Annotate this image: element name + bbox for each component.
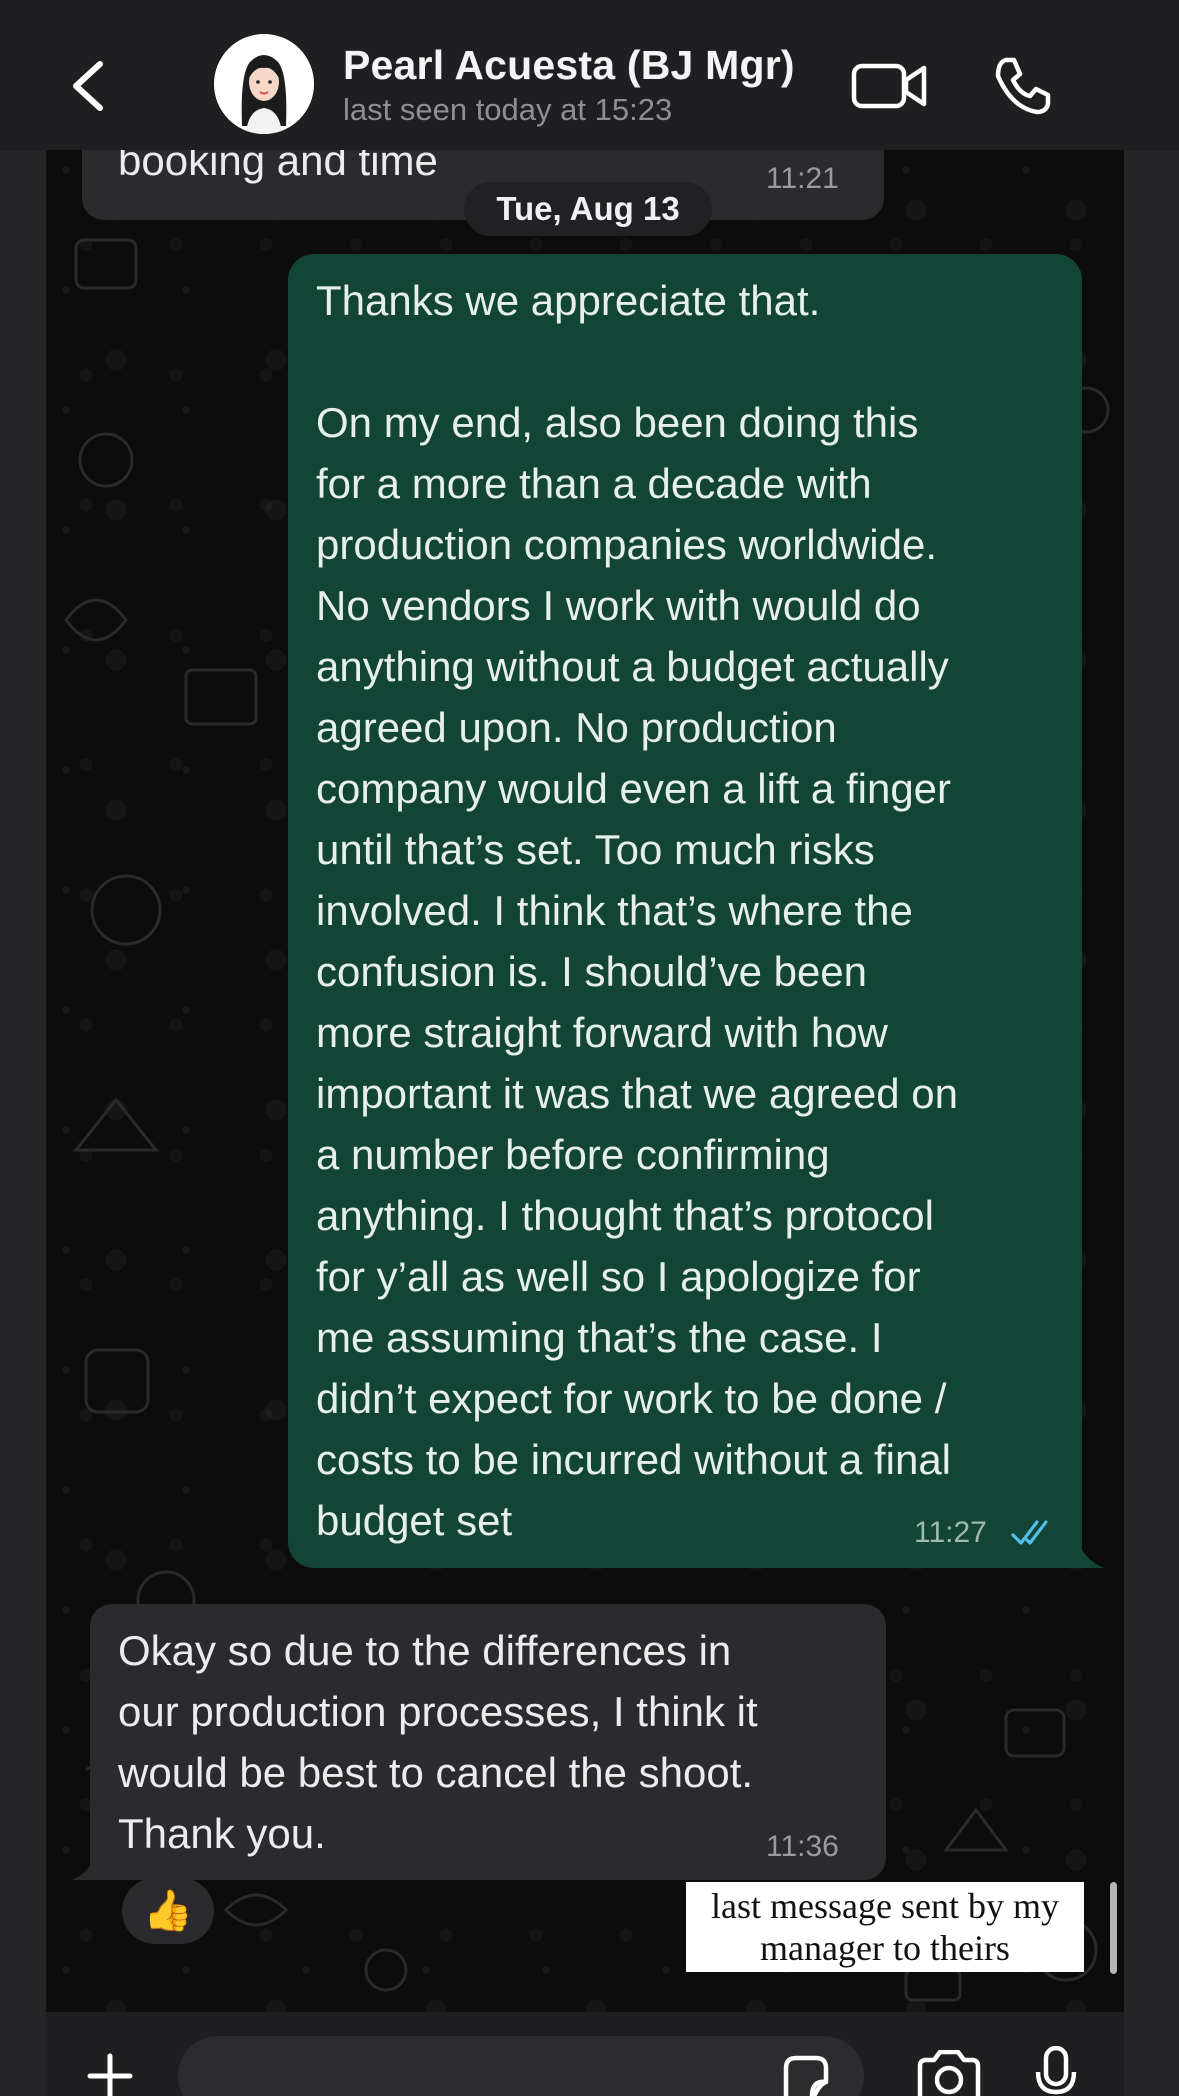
chat-screen: booking and time 11:21 Tue, Aug 13 Thank… — [0, 0, 1179, 2096]
message-line: costs to be incurred without a final — [316, 1436, 952, 1483]
message-body: Thanks we appreciate that. On my end, al… — [316, 270, 958, 1551]
sticker-icon[interactable] — [780, 2054, 832, 2096]
message-line: On my end, also been doing this — [316, 399, 919, 446]
message-line: agreed upon. No production — [316, 704, 837, 751]
message-line: confusion is. I should’ve been — [316, 948, 868, 995]
caption-overlay: last message sent by my manager to their… — [686, 1882, 1084, 1972]
message-line: production companies worldwide. — [316, 521, 937, 568]
message-line: budget set — [316, 1497, 513, 1544]
right-edge — [1124, 0, 1179, 2096]
read-receipt-icon — [1011, 1520, 1048, 1545]
outgoing-message[interactable]: Thanks we appreciate that. On my end, al… — [288, 254, 1104, 1568]
message-time: 11:27 — [914, 1516, 987, 1549]
message-line: our production processes, I think it — [118, 1688, 758, 1735]
message-line: anything. I thought that’s protocol — [316, 1192, 934, 1239]
contact-name[interactable]: Pearl Acuesta (BJ Mgr) — [343, 42, 795, 89]
left-edge — [0, 0, 46, 2096]
message-line: for a more than a decade with — [316, 460, 872, 507]
caption-line: manager to theirs — [760, 1928, 1010, 1968]
message-line: Thank you. — [118, 1810, 326, 1857]
date-separator: Tue, Aug 13 — [464, 182, 712, 236]
incoming-message[interactable]: Okay so due to the differences in our pr… — [72, 1604, 886, 1880]
avatar-illustration — [214, 34, 314, 134]
avatar[interactable] — [214, 34, 314, 134]
message-line: involved. I think that’s where the — [316, 887, 913, 934]
message-time: 11:36 — [766, 1830, 839, 1863]
message-line: more straight forward with how — [316, 1009, 888, 1056]
camera-icon[interactable] — [916, 2050, 982, 2096]
bubble-tail — [72, 1852, 98, 1880]
message-line: company would even a lift a finger — [316, 765, 952, 812]
chevron-left-icon[interactable] — [62, 58, 118, 114]
thumbs-up-reaction[interactable]: 👍 — [122, 1878, 214, 1944]
phone-icon[interactable] — [990, 54, 1054, 118]
message-line: a number before confirming — [316, 1131, 830, 1178]
message-time: 11:21 — [766, 162, 839, 195]
message-line: me assuming that’s the case. I — [316, 1314, 883, 1361]
chat-header: Pearl Acuesta (BJ Mgr) last seen today a… — [0, 0, 1179, 150]
microphone-icon[interactable] — [1034, 2046, 1078, 2096]
last-seen-status: last seen today at 15:23 — [343, 92, 673, 127]
message-line: anything without a budget actually — [316, 643, 949, 690]
message-line: Thanks we appreciate that. — [316, 277, 821, 324]
message-input[interactable] — [178, 2036, 864, 2096]
message-line: Okay so due to the differences in — [118, 1627, 732, 1674]
message-line: would be best to cancel the shoot. — [118, 1749, 754, 1796]
message-line: No vendors I work with would do — [316, 582, 921, 629]
video-camera-icon[interactable] — [850, 58, 928, 114]
message-line: for y’all as well so I apologize for — [316, 1253, 921, 1300]
message-line: important it was that we agreed on — [316, 1070, 959, 1117]
bubble-tail — [1076, 1538, 1104, 1568]
message-line: until that’s set. Too much risks — [316, 826, 875, 873]
plus-icon[interactable] — [82, 2052, 138, 2096]
message-line — [316, 331, 958, 392]
message-body: Okay so due to the differences in our pr… — [118, 1620, 758, 1864]
scrollbar[interactable] — [1110, 1882, 1117, 1974]
caption-line: last message sent by my — [711, 1886, 1059, 1926]
message-line: didn’t expect for work to be done / — [316, 1375, 947, 1422]
